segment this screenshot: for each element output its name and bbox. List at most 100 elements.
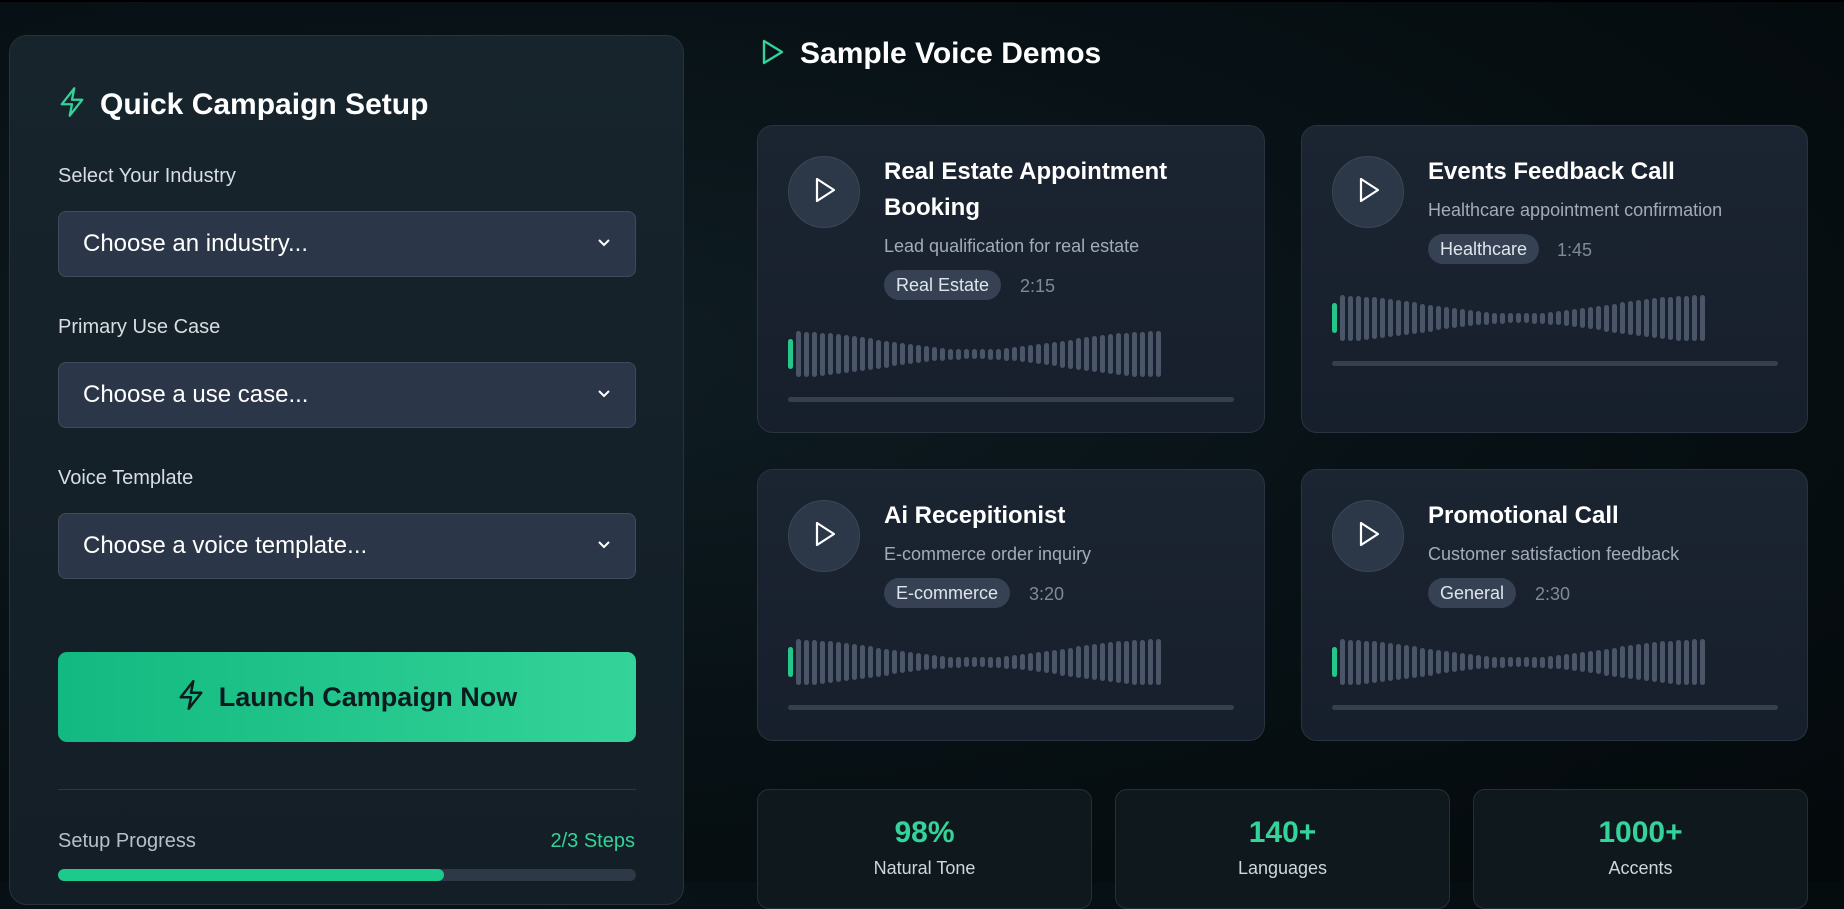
stat-card-accents: 1000+ Accents [1473,789,1808,909]
waveform-bar [1068,339,1073,369]
playback-track[interactable] [1332,361,1778,366]
play-icon [1355,520,1381,553]
waveform-bar [948,348,953,360]
waveform-bar [1572,653,1577,671]
waveform-bar [1076,338,1081,370]
waveform-bar [788,339,793,369]
waveform-bar [852,336,857,372]
waveform-bar [884,648,889,676]
play-button[interactable] [1332,500,1404,572]
waveform-bar [836,334,841,374]
stat-label: Languages [1237,858,1328,878]
waveform-bar [1524,657,1529,667]
play-button[interactable] [788,156,860,228]
playback-track[interactable] [1332,705,1778,710]
waveform-bar [1476,655,1481,669]
waveform-bar [828,333,833,375]
waveform-bar [1564,310,1569,326]
waveform-bar [1580,308,1585,328]
campaign-setup-panel: Quick Campaign Setup Select Your Industr… [9,35,684,905]
waveform-bar [1332,303,1337,333]
waveform-bar [1156,639,1161,685]
industry-select[interactable]: Choose an industry... [58,211,636,277]
play-outline-icon [760,38,786,71]
waveform-bar [1556,655,1561,669]
demo-card-real-estate[interactable]: Real Estate Appointment Booking Lead qua… [757,125,1265,433]
waveform-bar [1124,332,1129,376]
progress-steps: 2/3 Steps [550,830,635,852]
waveform-bar [1428,648,1433,676]
waveform-bar [1156,331,1161,377]
waveform-bar [1372,297,1377,339]
waveform-bar [900,651,905,673]
waveform-bar [1060,340,1065,368]
waveform-bar [788,647,793,677]
playback-track[interactable] [788,397,1234,402]
waveform-bar [980,349,985,359]
stat-value: 98% [894,816,955,849]
waveform-bar [908,652,913,672]
waveform-bar [1572,309,1577,327]
waveform-bar [812,331,817,377]
playback-track[interactable] [788,705,1234,710]
waveform-bar [1636,300,1641,336]
waveform-bar [1052,342,1057,366]
play-icon [811,520,837,553]
demo-subtitle: Healthcare appointment confirmation [1428,200,1723,220]
waveform-bar [860,645,865,679]
waveform-bar [1012,655,1017,669]
stat-label: Natural Tone [873,858,976,878]
waveform-bar [1620,646,1625,678]
top-border [0,0,1844,2]
chevron-down-icon [597,537,611,555]
waveform-bar [900,343,905,365]
waveform-bar [860,337,865,371]
waveform-bar [1100,335,1105,373]
waveform-bar [916,345,921,363]
waveform-bar [1644,299,1649,337]
demo-card-promotional-call[interactable]: Promotional Call Customer satisfaction f… [1301,469,1808,741]
waveform-bar [796,331,801,377]
template-select[interactable]: Choose a voice template... [58,513,636,579]
waveform-bar [1604,304,1609,332]
demo-card-ai-receptionist[interactable]: Ai Recepitionist E-commerce order inquir… [757,469,1265,741]
waveform-bar [916,653,921,671]
demo-card-events-feedback[interactable]: Events Feedback Call Healthcare appointm… [1301,125,1808,433]
waveform-bar [844,335,849,373]
waveform-bar [1372,641,1377,683]
waveform-bar [1428,304,1433,332]
waveform-bar [940,347,945,361]
stat-card-languages: 140+ Languages [1115,789,1450,909]
waveform-bar [1628,301,1633,335]
demo-tag: General [1428,578,1517,608]
waveform-bar [1396,300,1401,336]
launch-campaign-button[interactable]: Launch Campaign Now [58,652,636,742]
waveform [1332,293,1778,343]
demo-title-line1: Real Estate Appointment [884,158,1168,185]
waveform-bar [1684,639,1689,685]
waveform-bar [876,339,881,369]
waveform-bar [1044,343,1049,365]
waveform-bar [1436,306,1441,330]
waveform-bar [908,344,913,364]
waveform-bar [1636,644,1641,680]
waveform-bar [1532,312,1537,324]
waveform-bar [1116,641,1121,683]
usecase-select[interactable]: Choose a use case... [58,362,636,428]
waveform-bar [1692,295,1697,341]
waveform-bar [1124,640,1129,684]
demo-title: Ai Recepitionist [884,502,1066,529]
waveform-bar [1100,643,1105,681]
waveform-bar [1540,656,1545,668]
waveform-bar [1116,333,1121,375]
waveform-bar [1540,312,1545,324]
waveform-bar [1460,653,1465,671]
waveform-bar [804,331,809,377]
waveform-bar [1500,312,1505,324]
demo-tag: Real Estate [884,270,1002,300]
play-button[interactable] [788,500,860,572]
waveform-bar [1604,648,1609,676]
waveform-bar [1516,657,1521,667]
play-button[interactable] [1332,156,1404,228]
demo-duration: 2:15 [1020,276,1056,296]
